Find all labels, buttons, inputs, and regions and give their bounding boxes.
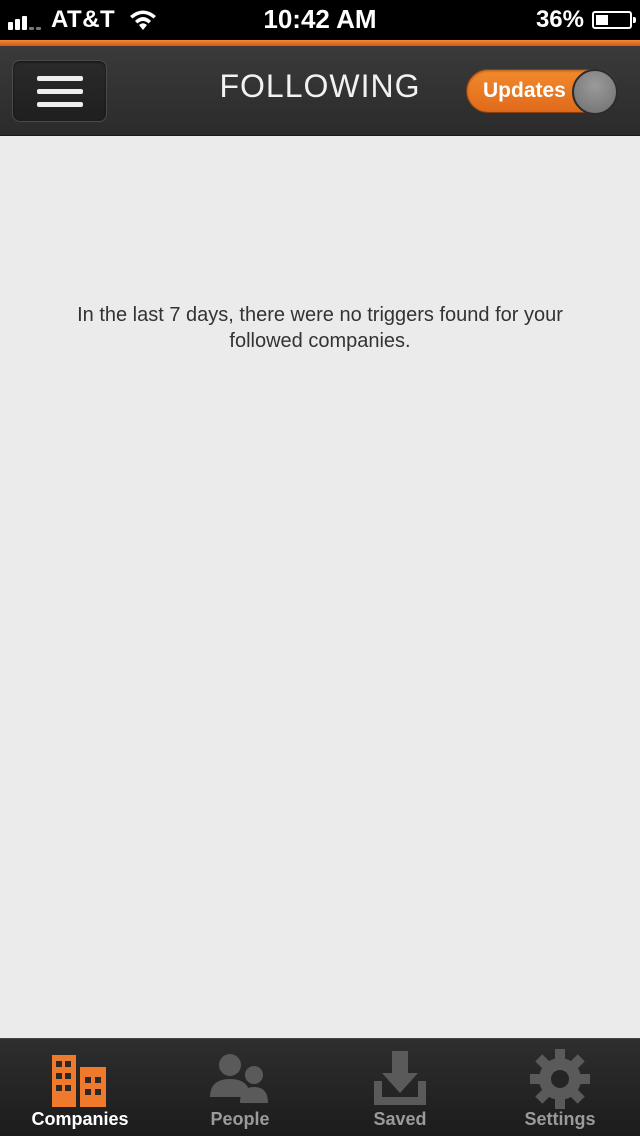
download-tray-icon bbox=[374, 1051, 426, 1105]
buildings-icon bbox=[52, 1055, 106, 1107]
nav-bar: FOLLOWING Updates bbox=[0, 46, 640, 136]
battery-icon bbox=[592, 11, 636, 29]
updates-toggle-label: Updates bbox=[483, 79, 566, 102]
tab-bar: Companies People Saved Settings bbox=[0, 1038, 640, 1136]
tab-people[interactable]: People bbox=[160, 1039, 320, 1136]
toggle-knob[interactable] bbox=[572, 69, 618, 115]
page-title: FOLLOWING bbox=[219, 68, 421, 104]
tab-label: Companies bbox=[31, 1109, 129, 1129]
main-content: In the last 7 days, there were no trigge… bbox=[0, 136, 640, 1038]
status-right: 36% bbox=[535, 5, 636, 35]
hamburger-icon bbox=[36, 74, 83, 108]
status-bar: AT&T 10:42 AM 36% bbox=[0, 0, 640, 40]
battery-percent: 36% bbox=[535, 6, 584, 33]
battery-level bbox=[596, 15, 608, 25]
tab-label: Saved bbox=[373, 1109, 427, 1129]
updates-toggle[interactable]: Updates bbox=[466, 69, 618, 115]
empty-state-message: In the last 7 days, there were no trigge… bbox=[77, 304, 563, 352]
tab-label: People bbox=[210, 1109, 270, 1129]
tab-settings[interactable]: Settings bbox=[480, 1039, 640, 1136]
people-icon bbox=[210, 1054, 268, 1103]
menu-button[interactable] bbox=[12, 60, 107, 122]
tab-saved[interactable]: Saved bbox=[320, 1039, 480, 1136]
tab-companies[interactable]: Companies bbox=[0, 1039, 160, 1136]
tab-label: Settings bbox=[524, 1109, 596, 1129]
gear-icon bbox=[530, 1049, 590, 1109]
